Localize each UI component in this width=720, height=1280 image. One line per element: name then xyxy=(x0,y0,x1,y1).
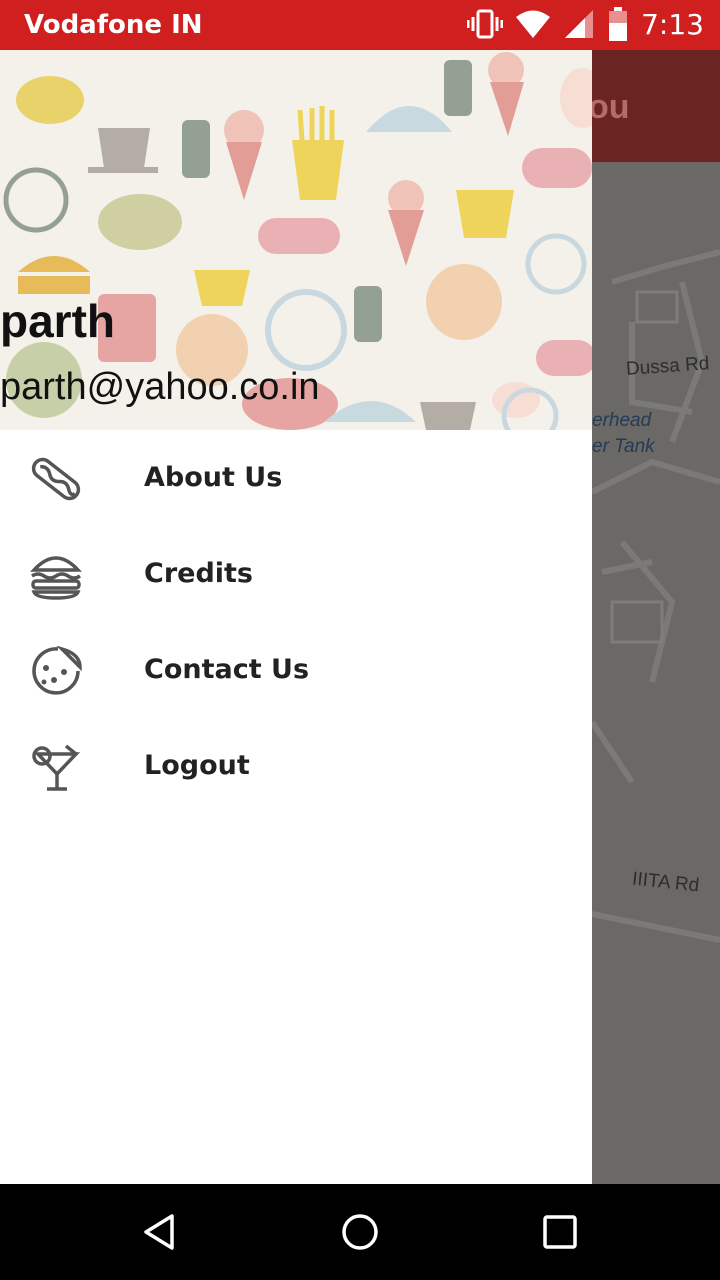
back-icon[interactable] xyxy=(136,1208,184,1256)
navigation-drawer: parth parth@yahoo.co.in About Us Credits… xyxy=(0,50,592,1184)
hotdog-icon xyxy=(31,457,81,501)
cell-signal-icon xyxy=(565,10,594,38)
map-roads xyxy=(592,249,720,943)
background-title: ou xyxy=(592,88,630,126)
menu-item-credits[interactable]: Credits xyxy=(0,526,592,622)
map-label-water-tank: er Tank xyxy=(592,436,655,457)
drawer-header: parth parth@yahoo.co.in xyxy=(0,50,592,430)
menu-item-contact-us[interactable]: Contact Us xyxy=(0,622,592,718)
background-toolbar: ou xyxy=(592,50,720,162)
user-email: parth@yahoo.co.in xyxy=(0,366,320,408)
status-bar: Vodafone IN 7:13 xyxy=(0,0,720,50)
user-name: parth xyxy=(0,295,115,347)
home-icon[interactable] xyxy=(336,1208,384,1256)
background-map-screen[interactable]: ou Dussa Rd erhead er Tank IIITA Rd xyxy=(592,50,720,1184)
carrier-name: Vodafone IN xyxy=(24,10,203,40)
menu-item-about-us[interactable]: About Us xyxy=(0,430,592,526)
burger-icon xyxy=(30,556,82,600)
clock: 7:13 xyxy=(641,7,704,41)
menu-label-contact-us: Contact Us xyxy=(144,654,310,685)
map-label-overhead: erhead xyxy=(592,410,652,431)
drawer-menu: About Us Credits Contact Us Logout xyxy=(0,430,592,814)
system-nav-bar xyxy=(0,1184,720,1280)
menu-item-logout[interactable]: Logout xyxy=(0,718,592,814)
cocktail-icon xyxy=(32,744,81,791)
wifi-icon xyxy=(516,10,551,38)
menu-label-credits: Credits xyxy=(144,558,254,589)
menu-label-logout: Logout xyxy=(144,750,250,781)
pizza-icon xyxy=(32,646,82,695)
menu-label-about-us: About Us xyxy=(144,462,283,493)
vibrate-icon xyxy=(467,9,504,39)
battery-icon xyxy=(609,7,628,41)
recents-icon[interactable] xyxy=(536,1208,584,1256)
